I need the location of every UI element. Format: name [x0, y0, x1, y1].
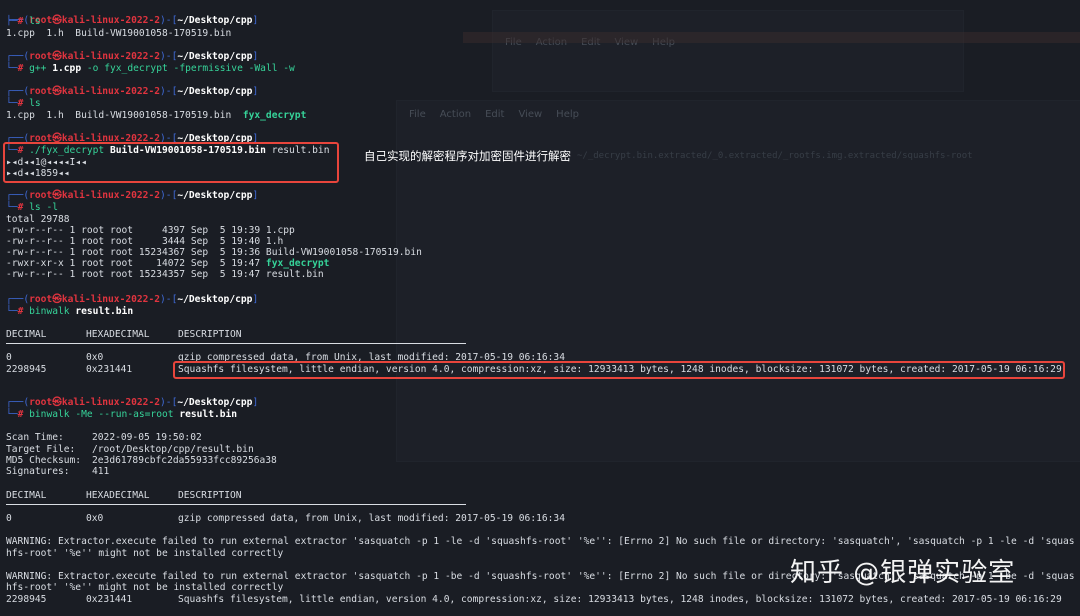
table-row: 0 0x0 gzip compressed data, from Unix, las… — [6, 352, 565, 363]
file-row: -rw-r--r-- 1 root root 15234357 Sep 5 19… — [6, 269, 324, 280]
prompt-line: ┌──(root㉿kali-linux-2022-2)-[~/Desktop/c… — [6, 190, 259, 201]
decrypt-highlight-box — [3, 142, 339, 183]
output-line: total 29788 — [6, 214, 70, 225]
command-line: └─# ls — [6, 98, 41, 109]
warning-line: hfs-root' '%e'' might not be installed c… — [6, 582, 284, 593]
prompt-line: ┌──(root㉿kali-linux-2022-2)-[~/Desktop/c… — [6, 51, 259, 62]
command-line: └─# g++ 1.cpp -o fyx_decrypt -fpermissiv… — [6, 63, 295, 74]
prompt-line: ┌──(root㉿kali-linux-2022-2)-[~/Desktop/c… — [6, 397, 259, 408]
table-header: DECIMAL HEXADECIMAL DESCRIPTION — [6, 490, 242, 501]
row-highlight — [463, 32, 1080, 43]
command-line: └─# binwalk result.bin — [6, 306, 134, 317]
file-row: -rw-r--r-- 1 root root 15234367 Sep 5 19… — [6, 247, 422, 258]
file-row: -rw-r--r-- 1 root root 4397 Sep 5 19:39 … — [6, 225, 295, 236]
table-row: 2298945 0x231441 Squashfs filesystem, litt… — [6, 594, 1062, 605]
file-row: -rwxr-xr-x 1 root root 14072 Sep 5 19:47… — [6, 258, 330, 269]
output-line: 1.cpp 1.h Build-VW19001058-170519.bin fy… — [6, 110, 307, 121]
table-header: DECIMAL HEXADECIMAL DESCRIPTION — [6, 329, 242, 340]
signatures: Signatures: 411 — [6, 466, 110, 477]
command-line: └─# ls -l — [6, 202, 59, 213]
warning-line: WARNING: Extractor.execute failed to run… — [6, 536, 1075, 547]
table-divider — [6, 343, 466, 344]
background-path: ~/_decrypt.bin.extracted/_0.extracted/_r… — [577, 151, 973, 161]
command-line: └─# binwalk -Me --run-as=root result.bin — [6, 409, 238, 420]
prompt-line: ┌──(root㉿kali-linux-2022-2)-[~/Desktop/c… — [6, 294, 259, 305]
background-window-1: FileActionEditViewHelp — [492, 10, 964, 92]
file-row: -rw-r--r-- 1 root root 3444 Sep 5 19:40 … — [6, 236, 284, 247]
annotation-text: 自己实现的解密程序对加密固件进行解密 — [364, 149, 571, 163]
table-row: 0 0x0 gzip compressed data, from Unix, las… — [6, 513, 565, 524]
squashfs-highlight-box — [173, 361, 1065, 379]
scan-time: Scan Time: 2022-09-05 19:50:02 — [6, 432, 202, 443]
command-line: └─# ls — [6, 16, 41, 27]
watermark: 知乎 @银弹实验室 — [790, 558, 1016, 588]
prompt-line: ┌──(root㉿kali-linux-2022-2)-[~/Desktop/c… — [6, 15, 259, 26]
prompt-line: ┌──(root㉿kali-linux-2022-2)-[~/Desktop/c… — [6, 86, 259, 97]
output-line: 1.cpp 1.h Build-VW19001058-170519.bin — [6, 28, 232, 39]
warning-line: hfs-root' '%e'' might not be installed c… — [6, 548, 284, 559]
md5-checksum: MD5 Checksum: 2e3d61789cbfc2da55933fcc892… — [6, 455, 277, 466]
target-file: Target File:/root/Desktop/cpp/result.bin — [6, 444, 254, 455]
table-row: 2298945 0x231441 Squashfs filesystem, litt… — [6, 364, 1062, 375]
table-divider — [6, 504, 466, 505]
background-menu-2: File Action Edit View Help — [409, 109, 579, 120]
